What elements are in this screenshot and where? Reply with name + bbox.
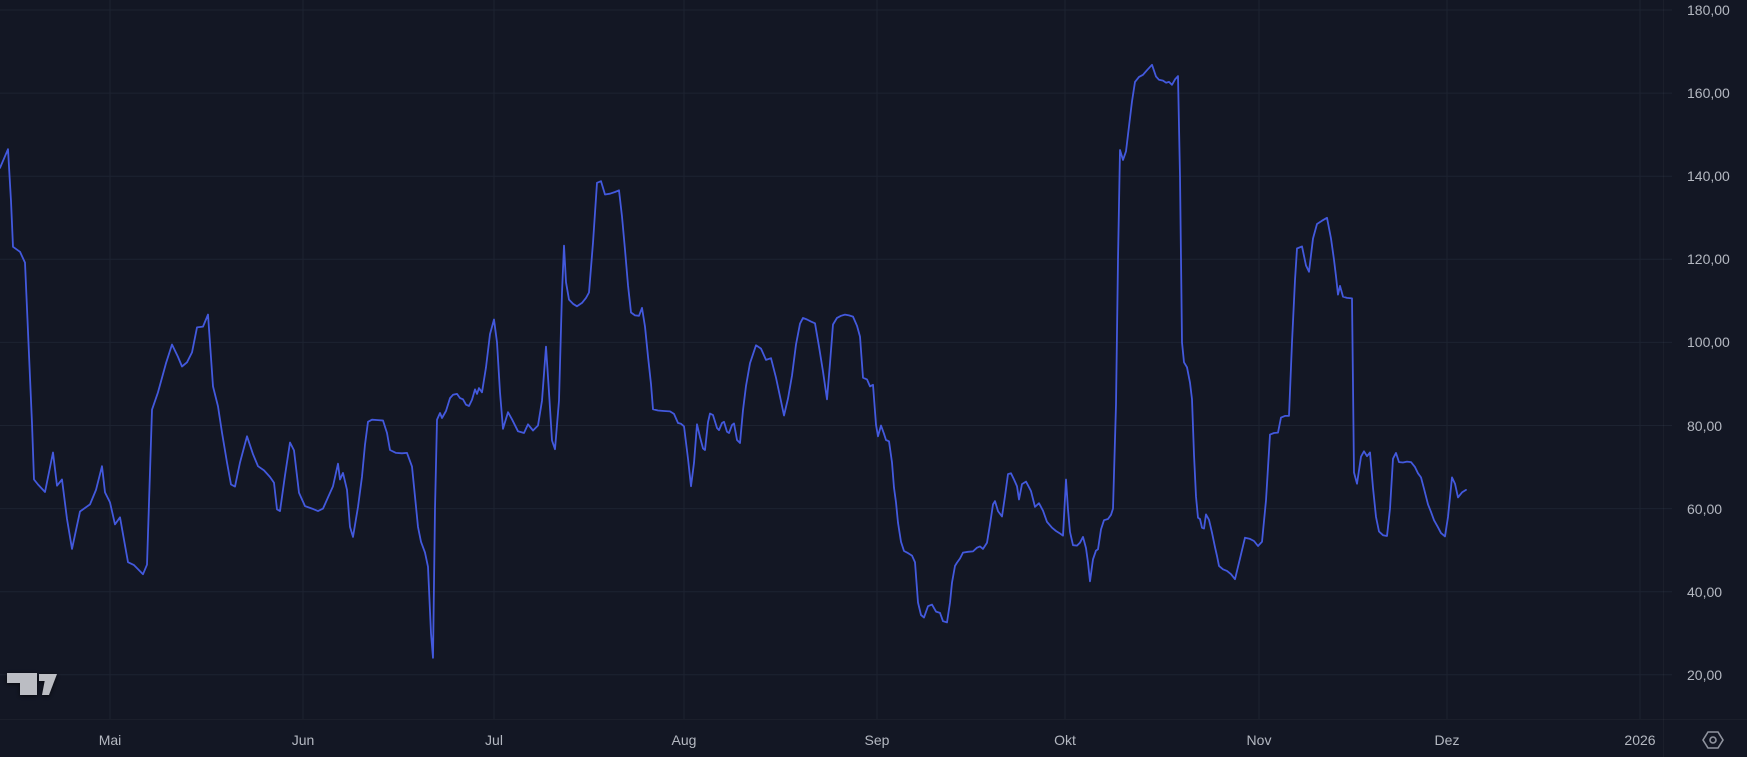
price-tick-label: 140,00 [1687,168,1730,185]
time-tick-label: Dez [1434,732,1460,748]
hexagon-outline [1702,731,1724,749]
hexagon-settings-icon[interactable] [1701,729,1725,751]
hexagon-center-dot [1709,736,1717,744]
grid-lines [0,0,1672,719]
tradingview-logo[interactable] [7,672,57,696]
price-tick-label: 20,00 [1687,666,1723,683]
price-chart-canvas[interactable] [0,0,1747,757]
series-price [0,63,1467,659]
price-tick-label: 40,00 [1687,583,1723,600]
price-tick-label: 100,00 [1687,334,1730,351]
time-tick-label: Sep [864,732,890,748]
time-tick-label: Nov [1246,732,1272,748]
time-tick-label: Aug [671,732,697,748]
logo-bar-glyph [7,673,37,695]
time-tick-label: Okt [1054,732,1076,748]
trading-chart-window: 180,00 160,00 140,00 120,00 100,00 80,00 60,00… [0,0,1747,757]
price-tick-label: 120,00 [1687,251,1730,268]
time-tick-label: Jul [485,732,503,748]
price-tick-label: 80,00 [1687,417,1723,434]
price-line-series [0,63,1467,659]
price-tick-label: 160,00 [1687,85,1730,102]
time-tick-label: 2026 [1624,732,1656,748]
price-axis[interactable] [1660,0,1747,719]
time-tick-label: Mai [98,732,122,748]
time-tick-label: Jun [291,732,315,748]
price-tick-label: 60,00 [1687,500,1723,517]
price-tick-label: 180,00 [1687,2,1730,18]
